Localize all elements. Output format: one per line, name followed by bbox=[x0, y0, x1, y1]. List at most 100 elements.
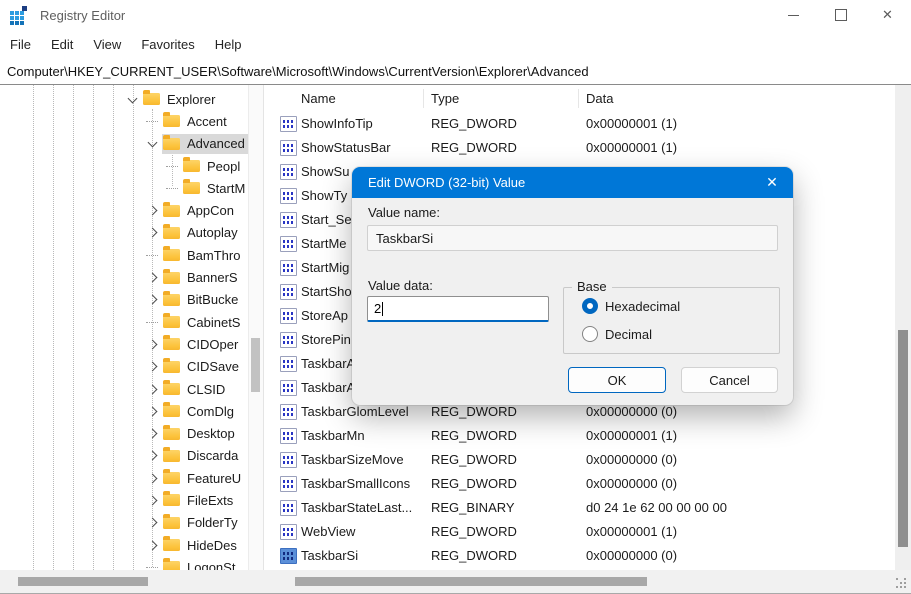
tree-item-cidsave[interactable]: CIDSave bbox=[0, 356, 248, 378]
tree-item-advanced[interactable]: Advanced bbox=[0, 133, 248, 155]
tree-item-banners[interactable]: BannerS bbox=[0, 266, 248, 288]
tree-item-core[interactable]: StartM bbox=[182, 178, 248, 198]
tree-item-discarda[interactable]: Discarda bbox=[0, 445, 248, 467]
tree-item-desktop[interactable]: Desktop bbox=[0, 422, 248, 444]
tree-item-core[interactable]: FolderTy bbox=[162, 513, 248, 533]
chevron-right-icon[interactable] bbox=[142, 356, 162, 378]
maximize-button[interactable] bbox=[817, 0, 864, 30]
chevron-right-icon[interactable] bbox=[142, 378, 162, 400]
radio-selected-icon[interactable] bbox=[582, 298, 598, 314]
tree-item-core[interactable]: HideDes bbox=[162, 535, 248, 555]
menu-help[interactable]: Help bbox=[205, 32, 252, 57]
tree-item-appcon[interactable]: AppCon bbox=[0, 199, 248, 221]
chevron-right-icon[interactable] bbox=[142, 333, 162, 355]
tree-item-core[interactable]: ComDlg bbox=[162, 401, 248, 421]
tree-item-core[interactable]: Advanced bbox=[162, 134, 248, 154]
chevron-right-icon[interactable] bbox=[142, 199, 162, 221]
tree-item-core[interactable]: FileExts bbox=[162, 490, 248, 510]
tree-item-accent[interactable]: Accent bbox=[0, 110, 248, 132]
radio-unselected-icon[interactable] bbox=[582, 326, 598, 342]
tree-item-startm[interactable]: StartM bbox=[0, 177, 248, 199]
menu-favorites[interactable]: Favorites bbox=[131, 32, 204, 57]
radio-hexadecimal[interactable]: Hexadecimal bbox=[582, 297, 680, 315]
tree-item-core[interactable]: Desktop bbox=[162, 424, 248, 444]
tree-item-bitbucke[interactable]: BitBucke bbox=[0, 289, 248, 311]
tree-item-explorer[interactable]: Explorer bbox=[0, 88, 248, 110]
registry-value-row[interactable]: WebViewREG_DWORD0x00000001 (1) bbox=[264, 520, 896, 544]
tree-item-core[interactable]: FeatureU bbox=[162, 468, 248, 488]
close-button[interactable]: ✕ bbox=[864, 0, 911, 30]
tree-item-core[interactable]: CIDOper bbox=[162, 334, 248, 354]
tree-item-folderty[interactable]: FolderTy bbox=[0, 512, 248, 534]
list-horizontal-scrollbar-thumb[interactable] bbox=[295, 577, 647, 586]
chevron-right-icon[interactable] bbox=[142, 467, 162, 489]
value-data-input[interactable]: 2 bbox=[367, 296, 549, 322]
tree-item-cabinets[interactable]: CabinetS bbox=[0, 311, 248, 333]
tree-item-logonst[interactable]: LogonSt bbox=[0, 556, 248, 570]
tree-item-cidoper[interactable]: CIDOper bbox=[0, 333, 248, 355]
chevron-down-icon[interactable] bbox=[142, 133, 162, 155]
tree-item-core[interactable]: CabinetS bbox=[162, 312, 248, 332]
tree-item-bamthro[interactable]: BamThro bbox=[0, 244, 248, 266]
chevron-right-icon[interactable] bbox=[142, 222, 162, 244]
tree-item-hidedes[interactable]: HideDes bbox=[0, 534, 248, 556]
chevron-right-icon[interactable] bbox=[142, 489, 162, 511]
column-header-data[interactable]: Data bbox=[586, 91, 613, 106]
tree-item-autoplay[interactable]: Autoplay bbox=[0, 222, 248, 244]
tree-item-clsid[interactable]: CLSID bbox=[0, 378, 248, 400]
radio-decimal[interactable]: Decimal bbox=[582, 325, 652, 343]
tree-item-core[interactable]: BannerS bbox=[162, 268, 248, 288]
tree-item-core[interactable]: LogonSt bbox=[162, 557, 248, 570]
registry-value-row[interactable]: TaskbarStateLast...REG_BINARYd0 24 1e 62… bbox=[264, 496, 896, 520]
tree-item-core[interactable]: BamThro bbox=[162, 245, 248, 265]
column-header-name[interactable]: Name bbox=[301, 91, 336, 106]
tree-item-core[interactable]: AppCon bbox=[162, 201, 248, 221]
chevron-right-icon[interactable] bbox=[142, 266, 162, 288]
registry-value-row[interactable]: TaskbarSiREG_DWORD0x00000000 (0) bbox=[264, 544, 896, 568]
resize-grip-icon[interactable] bbox=[896, 578, 908, 590]
registry-value-row[interactable]: TaskbarSizeMoveREG_DWORD0x00000000 (0) bbox=[264, 448, 896, 472]
tree-item-core[interactable]: Explorer bbox=[142, 89, 248, 109]
tree-horizontal-scrollbar-thumb[interactable] bbox=[18, 577, 148, 586]
dialog-titlebar[interactable]: Edit DWORD (32-bit) Value ✕ bbox=[352, 167, 793, 198]
chevron-right-icon[interactable] bbox=[142, 512, 162, 534]
dialog-close-button[interactable]: ✕ bbox=[751, 167, 793, 198]
tree-item-core[interactable]: CLSID bbox=[162, 379, 248, 399]
tree-vertical-scrollbar[interactable] bbox=[248, 85, 263, 570]
list-vertical-scrollbar[interactable] bbox=[895, 85, 911, 570]
tree-item-core[interactable]: BitBucke bbox=[162, 290, 248, 310]
tree-vertical-scrollbar-thumb[interactable] bbox=[251, 338, 260, 392]
tree-item-core[interactable]: Discarda bbox=[162, 446, 248, 466]
tree-item-comdlg[interactable]: ComDlg bbox=[0, 400, 248, 422]
minimize-button[interactable] bbox=[770, 0, 817, 30]
registry-value-row[interactable]: ShowStatusBarREG_DWORD0x00000001 (1) bbox=[264, 136, 896, 160]
tree-item-core[interactable]: Peopl bbox=[182, 156, 248, 176]
registry-value-row[interactable]: TaskbarSmallIconsREG_DWORD0x00000000 (0) bbox=[264, 472, 896, 496]
chevron-right-icon[interactable] bbox=[142, 422, 162, 444]
tree-item-core[interactable]: Autoplay bbox=[162, 223, 248, 243]
column-separator[interactable] bbox=[578, 89, 579, 108]
cancel-button[interactable]: Cancel bbox=[681, 367, 778, 393]
ok-button[interactable]: OK bbox=[568, 367, 666, 393]
tree-item-core[interactable]: CIDSave bbox=[162, 357, 248, 377]
column-separator[interactable] bbox=[423, 89, 424, 108]
registry-value-row[interactable]: ShowInfoTipREG_DWORD0x00000001 (1) bbox=[264, 112, 896, 136]
address-bar[interactable]: Computer\HKEY_CURRENT_USER\Software\Micr… bbox=[0, 58, 911, 85]
list-vertical-scrollbar-thumb[interactable] bbox=[898, 330, 908, 547]
menu-edit[interactable]: Edit bbox=[41, 32, 83, 57]
chevron-right-icon[interactable] bbox=[142, 445, 162, 467]
column-header-type[interactable]: Type bbox=[431, 91, 459, 106]
radio-decimal-label: Decimal bbox=[605, 327, 652, 342]
tree-item-featureu[interactable]: FeatureU bbox=[0, 467, 248, 489]
tree-item-core[interactable]: Accent bbox=[162, 111, 248, 131]
chevron-right-icon[interactable] bbox=[142, 400, 162, 422]
chevron-right-icon[interactable] bbox=[142, 289, 162, 311]
menu-view[interactable]: View bbox=[83, 32, 131, 57]
tree-item-peopl[interactable]: Peopl bbox=[0, 155, 248, 177]
menu-file[interactable]: File bbox=[0, 32, 41, 57]
chevron-right-icon[interactable] bbox=[142, 534, 162, 556]
chevron-down-icon[interactable] bbox=[122, 88, 142, 110]
registry-value-row[interactable]: TaskbarMnREG_DWORD0x00000001 (1) bbox=[264, 424, 896, 448]
tree-item-fileexts[interactable]: FileExts bbox=[0, 489, 248, 511]
value-name-field[interactable]: TaskbarSi bbox=[367, 225, 778, 251]
